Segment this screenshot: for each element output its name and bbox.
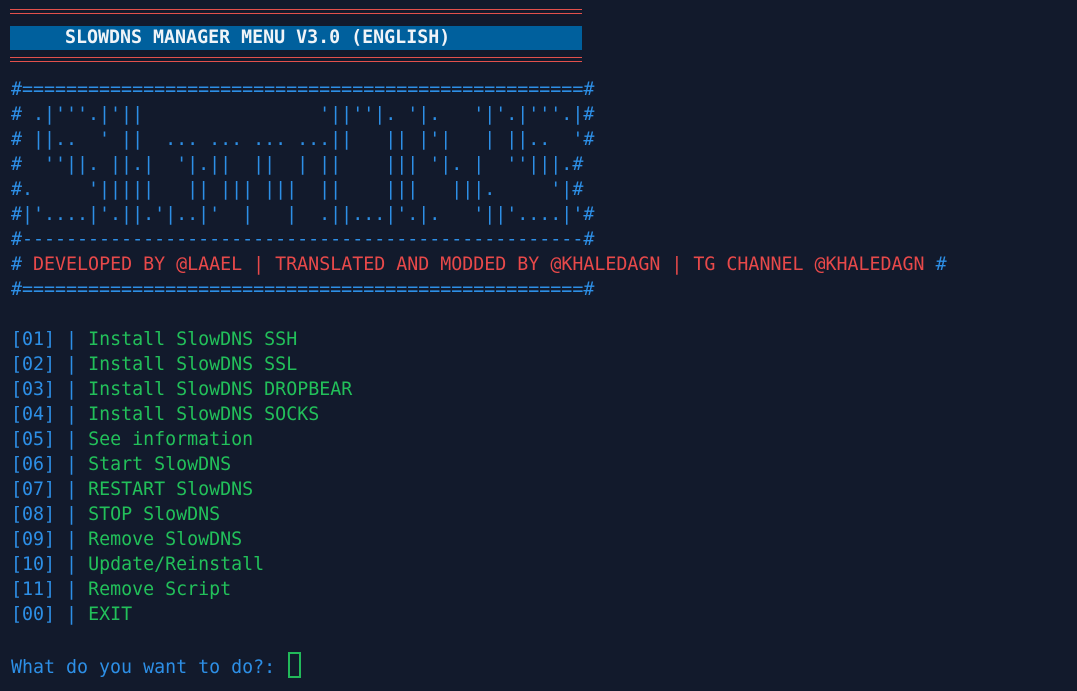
menu-item-label: Install SlowDNS SSL [88,354,298,375]
menu-item-separator: | [66,554,78,575]
menu-item-remove-slowdns[interactable]: [09] | Remove SlowDNS [11,527,242,552]
menu-item-label: EXIT [88,604,133,625]
menu-item-exit[interactable]: [00] | EXIT [11,602,132,627]
menu-item-label: Install SlowDNS SSH [88,329,298,350]
menu-item-separator: | [66,529,78,550]
menu-item-separator: | [66,329,78,350]
menu-item-number: [07] [11,479,56,500]
menu-item-label: Remove SlowDNS [88,529,243,550]
menu-item-separator: | [66,454,78,475]
menu-item-separator: | [66,379,78,400]
menu-item-number: [10] [11,554,56,575]
menu-item-remove-script[interactable]: [11] | Remove Script [11,577,231,602]
menu-item-separator: | [66,354,78,375]
menu-item-install-ssl[interactable]: [02] | Install SlowDNS SSL [11,352,297,377]
menu-item-number: [09] [11,529,56,550]
menu-item-start[interactable]: [06] | Start SlowDNS [11,452,231,477]
menu-item-separator: | [66,604,78,625]
menu-item-label: Start SlowDNS [88,454,232,475]
menu-item-number: [02] [11,354,56,375]
banner-art-line-5: #|'....|'.||.'|..|' | | .||...|'.|. '||'… [11,204,595,225]
menu-item-label: Install SlowDNS SOCKS [88,404,320,425]
menu-item-number: [04] [11,404,56,425]
menu-item-separator: | [66,429,78,450]
banner-border-mid: #---------------------------------------… [11,229,595,250]
menu-item-number: [03] [11,379,56,400]
menu-item-label: Remove Script [88,579,232,600]
menu-item-install-dropbear[interactable]: [03] | Install SlowDNS DROPBEAR [11,377,352,402]
credits-suffix: # [935,254,947,275]
menu-item-label: See information [88,429,254,450]
menu-item-restart[interactable]: [07] | RESTART SlowDNS [11,477,253,502]
top-double-rule [10,9,582,16]
banner-art-line-2: # ||.. ' || ... ... ... ...|| || |'| | |… [11,129,595,150]
menu-item-number: [11] [11,579,56,600]
prompt-text: What do you want to do?: [11,657,276,678]
title-double-rule [10,57,582,64]
menu-item-install-ssh[interactable]: [01] | Install SlowDNS SSH [11,327,297,352]
menu-item-number: [00] [11,604,56,625]
menu-item-see-information[interactable]: [05] | See information [11,427,253,452]
menu-item-stop[interactable]: [08] | STOP SlowDNS [11,502,220,527]
menu-item-separator: | [66,404,78,425]
banner-border-top: #=======================================… [11,79,595,100]
menu-item-label: Install SlowDNS DROPBEAR [88,379,353,400]
input-cursor[interactable] [288,652,302,678]
menu-item-separator: | [66,579,78,600]
credits-text: DEVELOPED BY @LAAEL | TRANSLATED AND MOD… [33,254,925,275]
menu-item-number: [05] [11,429,56,450]
menu-item-label: RESTART SlowDNS [88,479,254,500]
credits-prefix: # [11,254,23,275]
menu-item-number: [01] [11,329,56,350]
menu-item-number: [08] [11,504,56,525]
banner-credits: # DEVELOPED BY @LAAEL | TRANSLATED AND M… [11,252,947,277]
menu-item-number: [06] [11,454,56,475]
banner-art-line-1: # .|'''.|'|| '||''|. '|. '|'.|'''.|# [11,104,595,125]
prompt-line[interactable]: What do you want to do?: [11,652,302,678]
banner-border-bottom: #=======================================… [11,279,595,300]
menu-item-install-socks[interactable]: [04] | Install SlowDNS SOCKS [11,402,319,427]
title-bar: SLOWDNS MANAGER MENU V3.0 (ENGLISH) [10,26,582,50]
banner-art-line-4: #. '||||| || ||| ||| || ||| |||. '|# [11,179,584,200]
menu-item-label: Update/Reinstall [88,554,265,575]
menu-item-label: STOP SlowDNS [88,504,221,525]
page-title: SLOWDNS MANAGER MENU V3.0 (ENGLISH) [65,27,451,48]
banner-art-line-3: # ''||. ||.| '|.|| || | || ||| '|. | ''|… [11,154,584,175]
menu-item-separator: | [66,504,78,525]
menu-item-separator: | [66,479,78,500]
menu-item-update-reinstall[interactable]: [10] | Update/Reinstall [11,552,264,577]
